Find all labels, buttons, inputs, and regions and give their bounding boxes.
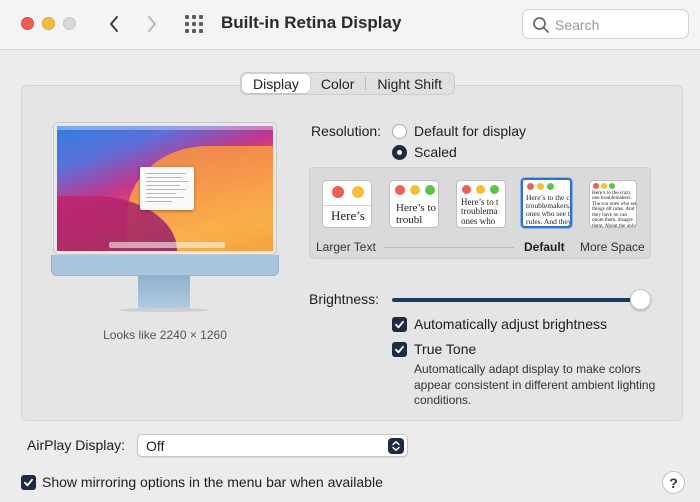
scale-option-sample-text: Here’s to t troublema ones who bbox=[461, 197, 499, 226]
scale-option-sample-text: Here’s bbox=[331, 208, 365, 223]
checkmark-icon bbox=[395, 345, 404, 354]
minimize-button[interactable] bbox=[42, 17, 55, 30]
checkmark-icon bbox=[395, 320, 404, 329]
label-default: Default bbox=[524, 240, 565, 254]
scale-option-default[interactable]: Here’s to the c troublemakers. ones who … bbox=[521, 178, 572, 228]
tab-night-shift[interactable]: Night Shift bbox=[366, 74, 453, 93]
preview-menu-bar bbox=[57, 126, 273, 130]
chevron-right-icon bbox=[148, 16, 156, 32]
scale-option-more-space[interactable]: Here’s to the crazy one troublemakers. T… bbox=[589, 180, 637, 228]
looks-like-resolution: Looks like 2240 × 1260 bbox=[103, 328, 227, 342]
resolution-label: Resolution: bbox=[311, 123, 382, 139]
airplay-display-select[interactable]: Off bbox=[137, 434, 408, 457]
radio-default-label[interactable]: Default for display bbox=[414, 123, 526, 139]
auto-brightness-label[interactable]: Automatically adjust brightness bbox=[414, 316, 607, 332]
brightness-label: Brightness: bbox=[309, 291, 380, 307]
radio-scaled[interactable] bbox=[392, 145, 407, 160]
search-input[interactable] bbox=[555, 15, 680, 34]
mirroring-label[interactable]: Show mirroring options in the menu bar w… bbox=[42, 474, 383, 490]
forward-button[interactable] bbox=[140, 11, 164, 37]
brightness-slider-knob[interactable] bbox=[630, 289, 651, 310]
tab-display[interactable]: Display bbox=[242, 74, 310, 93]
true-tone-checkbox[interactable] bbox=[392, 342, 407, 357]
true-tone-description: Automatically adapt display to make colo… bbox=[414, 362, 656, 407]
mirroring-checkbox[interactable] bbox=[21, 475, 36, 490]
show-all-grid-icon[interactable] bbox=[185, 15, 205, 33]
search-field[interactable] bbox=[522, 9, 689, 39]
chevron-left-icon bbox=[110, 16, 118, 32]
window-title: Built-in Retina Display bbox=[221, 13, 402, 32]
scale-option-largest[interactable]: Here’s bbox=[322, 180, 372, 228]
back-button[interactable] bbox=[102, 11, 126, 37]
radio-default-for-display[interactable] bbox=[392, 124, 407, 139]
true-tone-label[interactable]: True Tone bbox=[414, 341, 476, 357]
scale-option-sample-text: Here’s to the c troublemakers. ones who … bbox=[526, 193, 572, 226]
search-icon bbox=[533, 17, 549, 33]
imac-chin bbox=[51, 255, 279, 276]
airplay-selected-value: Off bbox=[146, 438, 165, 454]
airplay-label: AirPlay Display: bbox=[27, 437, 126, 453]
display-preview-screen bbox=[54, 123, 276, 254]
tab-bar: Display Color Night Shift bbox=[240, 72, 455, 95]
scale-option-sample-text: Here’s to the crazy one troublemakers. T… bbox=[592, 190, 637, 228]
scale-option-larger[interactable]: Here’s to troubl bbox=[389, 180, 439, 228]
scale-option-sample-text: Here’s to troubl bbox=[396, 202, 437, 226]
tab-color[interactable]: Color bbox=[310, 74, 365, 93]
auto-brightness-checkbox[interactable] bbox=[392, 317, 407, 332]
imac-stand bbox=[138, 276, 190, 309]
preview-dock bbox=[109, 242, 225, 248]
scale-divider-line bbox=[384, 247, 514, 248]
help-button[interactable]: ? bbox=[662, 471, 685, 494]
title-bar: Built-in Retina Display bbox=[0, 0, 700, 50]
scale-option-medium[interactable]: Here’s to t troublema ones who bbox=[456, 180, 506, 228]
preview-window bbox=[140, 167, 194, 210]
label-larger-text: Larger Text bbox=[316, 240, 376, 254]
close-button[interactable] bbox=[21, 17, 34, 30]
zoom-button[interactable] bbox=[63, 17, 76, 30]
radio-scaled-label[interactable]: Scaled bbox=[414, 144, 457, 160]
checkmark-icon bbox=[24, 478, 33, 487]
brightness-slider-track[interactable] bbox=[392, 298, 642, 302]
updown-chevron-icon bbox=[388, 438, 404, 454]
label-more-space: More Space bbox=[580, 240, 645, 254]
